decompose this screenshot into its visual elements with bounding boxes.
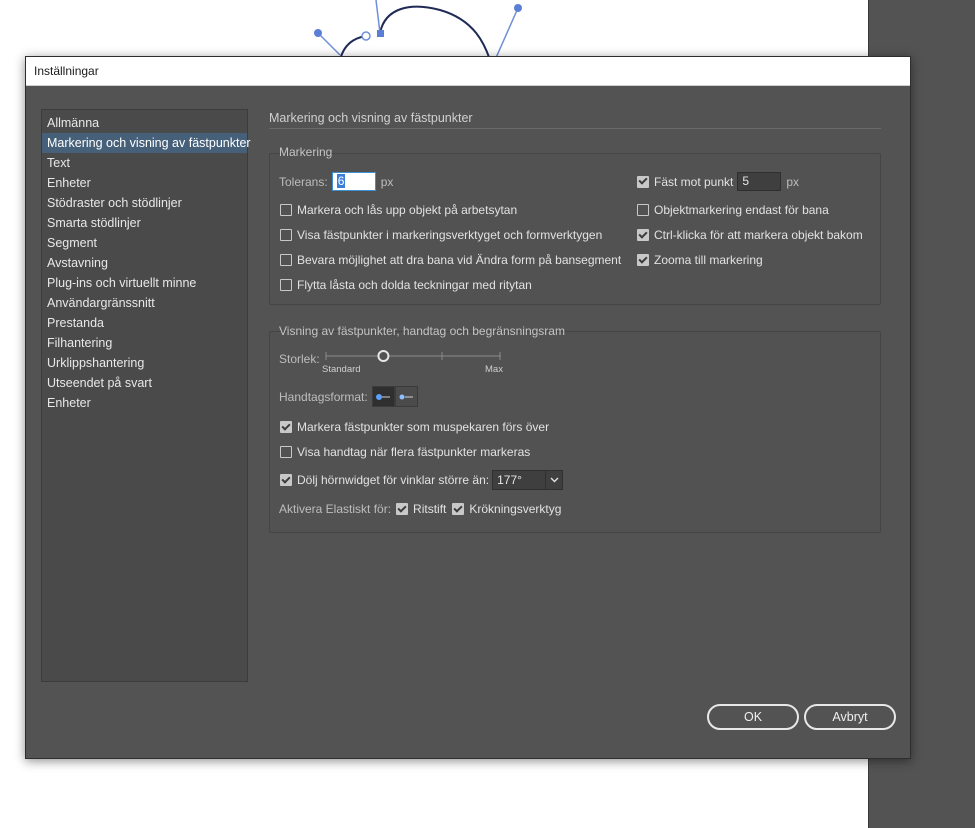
tolerance-value: 6 bbox=[336, 174, 346, 188]
hide-corner-checkbox[interactable] bbox=[280, 474, 292, 486]
handle-format-solid-button[interactable] bbox=[371, 386, 395, 407]
snap-input[interactable]: 5 bbox=[737, 172, 782, 191]
sidebar-item-stodraster[interactable]: Stödraster och stödlinjer bbox=[42, 193, 247, 213]
markering-group-title: Markering bbox=[279, 145, 333, 159]
sidebar-item-filhantering[interactable]: Filhantering bbox=[42, 333, 247, 353]
option-ctrl-click[interactable]: Ctrl-klicka för att markera objekt bakom bbox=[637, 228, 863, 242]
handle-solid-icon bbox=[376, 393, 391, 400]
elastic-row: Aktivera Elastiskt för: Ritstift Kröknin… bbox=[279, 502, 561, 516]
preserve-drag-label: Bevara möjlighet att dra bana vid Ändra … bbox=[297, 253, 622, 267]
slider-min-label: Standard bbox=[322, 364, 361, 375]
hide-corner-label: Dölj hörnwidget för vinklar större än: bbox=[297, 473, 490, 487]
ctrl-click-checkbox[interactable] bbox=[637, 229, 649, 241]
handle-format-row: Handtagsformat: bbox=[279, 386, 418, 407]
path-only-checkbox[interactable] bbox=[637, 204, 649, 216]
tolerance-row: Tolerans: 6 px bbox=[279, 172, 393, 191]
show-handles-checkbox[interactable] bbox=[280, 446, 292, 458]
tolerance-unit: px bbox=[380, 174, 394, 189]
angle-value: 177° bbox=[497, 473, 522, 487]
path-only-label: Objektmarkering endast för bana bbox=[654, 203, 829, 217]
section-title: Markering och visning av fästpunkter bbox=[269, 111, 473, 125]
option-show-anchors[interactable]: Visa fästpunkter i markeringsverktyget o… bbox=[280, 228, 602, 242]
sidebar-item-utseende-svart[interactable]: Utseendet på svart bbox=[42, 373, 247, 393]
visning-group-title: Visning av fästpunkter, handtag och begr… bbox=[279, 324, 565, 338]
elastic-label: Aktivera Elastiskt för: bbox=[279, 502, 392, 516]
size-row: Storlek: bbox=[279, 352, 320, 366]
cancel-button[interactable]: Avbryt bbox=[804, 704, 896, 730]
zoom-label: Zooma till markering bbox=[654, 253, 763, 267]
elastic-curve-label: Krökningsverktyg bbox=[469, 502, 562, 516]
preferences-dialog: Inställningar Allmänna Markering och vis… bbox=[25, 56, 911, 759]
sidebar-item-urklipp[interactable]: Urklippshantering bbox=[42, 353, 247, 373]
slider-max-label: Max bbox=[485, 364, 503, 375]
highlight-anchors-checkbox[interactable] bbox=[280, 421, 292, 433]
angle-dropdown[interactable]: 177° bbox=[492, 470, 564, 490]
handle-format-label: Handtagsformat: bbox=[279, 389, 368, 404]
sidebar-item-smarta-stodlinjer[interactable]: Smarta stödlinjer bbox=[42, 213, 247, 233]
slider-thumb bbox=[377, 350, 390, 362]
handle-hollow-icon bbox=[399, 394, 414, 399]
option-zoom[interactable]: Zooma till markering bbox=[637, 253, 763, 267]
move-locked-label: Flytta låsta och dolda teckningar med ri… bbox=[297, 278, 532, 292]
sidebar-item-allmanna[interactable]: Allmänna bbox=[42, 113, 247, 133]
lock-unlock-checkbox[interactable] bbox=[280, 204, 292, 216]
sidebar-item-markering[interactable]: Markering och visning av fästpunkter bbox=[42, 133, 251, 153]
preserve-drag-checkbox[interactable] bbox=[280, 254, 292, 266]
sidebar-item-enheter[interactable]: Enheter bbox=[42, 173, 247, 193]
highlight-anchors-label: Markera fästpunkter som muspekaren förs … bbox=[297, 420, 550, 434]
option-lock-unlock[interactable]: Markera och lås upp objekt på arbetsytan bbox=[280, 203, 517, 217]
snap-row: Fäst mot punkt 5 px bbox=[637, 172, 799, 191]
option-move-locked[interactable]: Flytta låsta och dolda teckningar med ri… bbox=[280, 278, 532, 292]
ok-button[interactable]: OK bbox=[707, 704, 799, 730]
show-anchors-label: Visa fästpunkter i markeringsverktyget o… bbox=[297, 228, 603, 242]
chevron-down-icon[interactable] bbox=[545, 471, 562, 489]
canvas-artwork bbox=[314, 0, 522, 60]
ctrl-click-label: Ctrl-klicka för att markera objekt bakom bbox=[654, 228, 863, 242]
sidebar-item-plugins[interactable]: Plug-ins och virtuellt minne bbox=[42, 273, 247, 293]
elastic-pen-label: Ritstift bbox=[413, 502, 447, 516]
lock-unlock-label: Markera och lås upp objekt på arbetsytan bbox=[297, 203, 518, 217]
tolerance-input[interactable]: 6 bbox=[331, 172, 376, 191]
option-preserve-drag[interactable]: Bevara möjlighet att dra bana vid Ändra … bbox=[280, 253, 621, 267]
move-locked-checkbox[interactable] bbox=[280, 279, 292, 291]
zoom-checkbox[interactable] bbox=[637, 254, 649, 266]
elastic-pen-checkbox[interactable] bbox=[396, 503, 409, 515]
size-label: Storlek: bbox=[279, 352, 320, 366]
sidebar-item-prestanda[interactable]: Prestanda bbox=[42, 313, 247, 333]
category-list: Allmänna Markering och visning av fästpu… bbox=[41, 109, 251, 682]
snap-unit: px bbox=[786, 174, 800, 189]
dialog-title: Inställningar bbox=[26, 57, 910, 86]
option-highlight-anchors[interactable]: Markera fästpunkter som muspekaren förs … bbox=[280, 420, 549, 434]
section-divider bbox=[269, 128, 881, 129]
sidebar-item-avstavning[interactable]: Avstavning bbox=[42, 253, 247, 273]
show-handles-label: Visa handtag när flera fästpunkter marke… bbox=[297, 445, 531, 459]
handle-format-hollow-button[interactable] bbox=[394, 386, 418, 407]
option-path-only[interactable]: Objektmarkering endast för bana bbox=[637, 203, 829, 217]
snap-checkbox[interactable] bbox=[637, 175, 649, 188]
elastic-curve-checkbox[interactable] bbox=[452, 503, 465, 515]
show-anchors-checkbox[interactable] bbox=[280, 229, 292, 241]
sidebar-item-text[interactable]: Text bbox=[42, 153, 247, 173]
tolerance-label: Tolerans: bbox=[279, 174, 328, 189]
option-show-handles[interactable]: Visa handtag när flera fästpunkter marke… bbox=[280, 445, 530, 459]
sidebar-item-segment[interactable]: Segment bbox=[42, 233, 247, 253]
snap-label: Fäst mot punkt bbox=[654, 174, 734, 189]
sidebar-item-enheter-2[interactable]: Enheter bbox=[42, 393, 247, 413]
hide-corner-row: Dölj hörnwidget för vinklar större än: 1… bbox=[280, 470, 564, 490]
sidebar-item-anvandargranssnitt[interactable]: Användargränssnitt bbox=[42, 293, 247, 313]
